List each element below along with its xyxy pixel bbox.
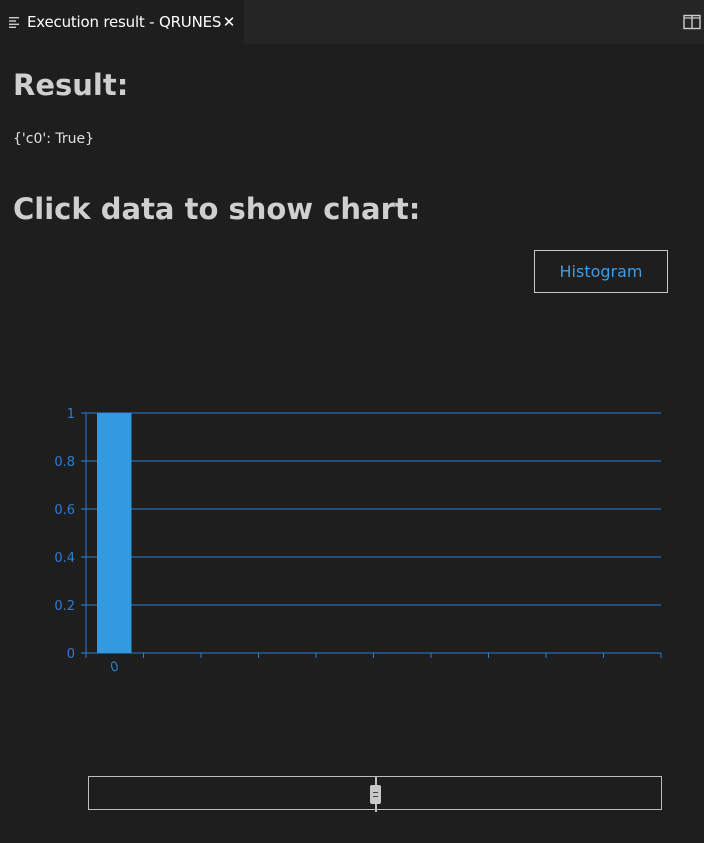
y-tick-label: 0: [67, 647, 75, 662]
editor-tab-bar: Execution result - QRUNES ✕: [0, 0, 704, 44]
bar: [97, 413, 132, 653]
bar-chart: 0 0.2 0.4 0.6 0.8 1 0: [54, 407, 662, 676]
tab-execution-result[interactable]: Execution result - QRUNES ✕: [0, 0, 244, 44]
split-editor-icon[interactable]: [683, 14, 701, 30]
y-tick-label: 0.2: [54, 599, 75, 614]
y-tick-label: 0.4: [54, 551, 75, 566]
result-heading: Result:: [13, 68, 129, 102]
y-tick-label: 0.6: [54, 503, 75, 518]
histogram-button[interactable]: Histogram: [534, 250, 668, 293]
grip-icon[interactable]: [370, 785, 381, 804]
tab-title: Execution result - QRUNES: [27, 13, 222, 31]
y-tick-label: 0.8: [54, 455, 75, 470]
close-icon[interactable]: ✕: [220, 12, 238, 32]
y-tick-label: 1: [67, 407, 75, 422]
x-tick-label: 0: [108, 659, 123, 676]
preview-lines-icon: [9, 17, 19, 28]
chart-heading: Click data to show chart:: [13, 192, 421, 226]
result-value: {'c0': True}: [13, 131, 95, 147]
